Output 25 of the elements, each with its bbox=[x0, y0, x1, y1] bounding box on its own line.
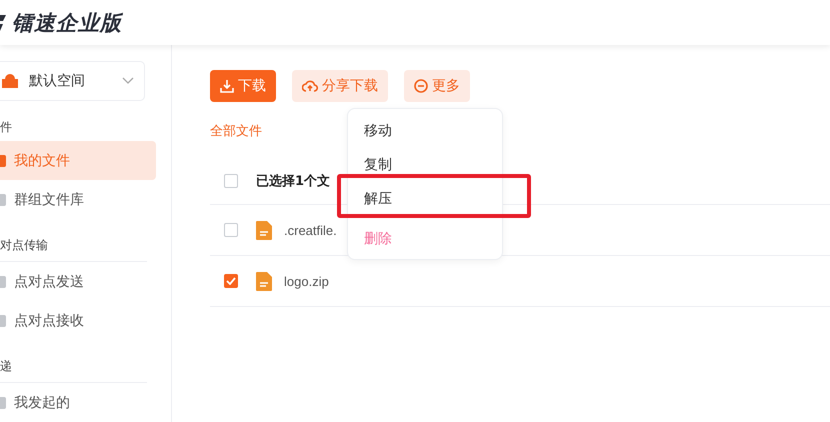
selection-count: 已选择1个文 bbox=[256, 172, 330, 190]
app-title: 镭速企业版 bbox=[12, 10, 122, 36]
checkbox[interactable] bbox=[224, 174, 238, 188]
menu-item[interactable]: 移动 bbox=[348, 113, 502, 149]
cloud-icon bbox=[302, 80, 318, 92]
minus-circle-icon bbox=[414, 79, 428, 93]
space-icon bbox=[1, 73, 19, 89]
section-label: 对点传输 bbox=[0, 237, 147, 262]
checkbox[interactable] bbox=[224, 223, 238, 237]
menu-item[interactable]: 解压 bbox=[348, 181, 502, 217]
section-label: 件 bbox=[0, 119, 13, 136]
file-name[interactable]: .creatfile. bbox=[284, 222, 337, 238]
sidebar-item[interactable]: 我发起的 bbox=[0, 383, 156, 422]
checkbox[interactable] bbox=[224, 274, 238, 288]
menu-item[interactable]: 复制 bbox=[348, 147, 502, 183]
file-icon bbox=[256, 272, 272, 290]
file-name[interactable]: logo.zip bbox=[284, 274, 329, 288]
chevron-down-icon bbox=[122, 77, 134, 85]
sidebar-item[interactable]: 点对点接收 bbox=[0, 301, 156, 340]
space-selector[interactable]: 默认空间 bbox=[0, 61, 145, 101]
file-icon bbox=[256, 220, 272, 240]
download-icon bbox=[220, 79, 234, 93]
sidebar-item[interactable]: 点对点发送 bbox=[0, 262, 156, 301]
section-label: 递 bbox=[0, 358, 147, 383]
sidebar-item[interactable]: 群组文件库 bbox=[0, 180, 156, 219]
